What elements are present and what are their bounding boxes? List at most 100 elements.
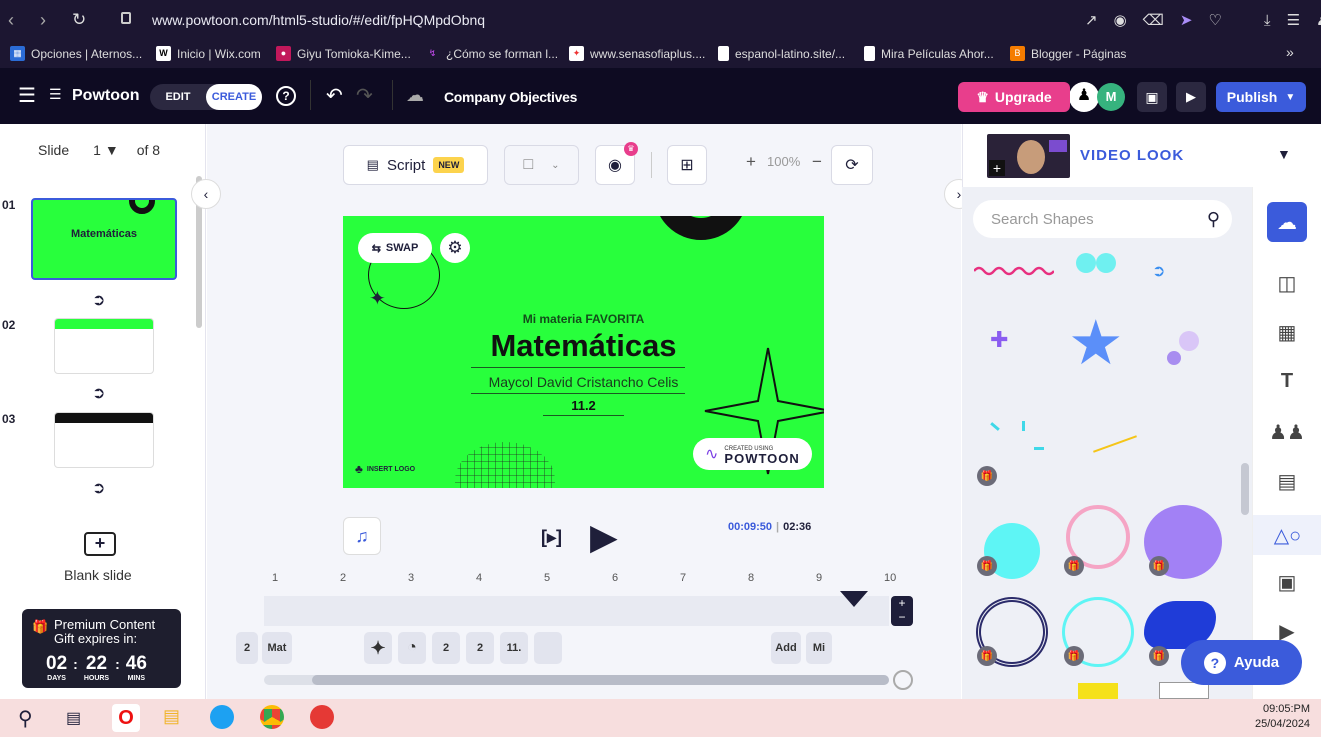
reload-icon[interactable]: ↻ — [72, 10, 86, 30]
upload-icon[interactable]: ☁ — [1267, 202, 1307, 242]
help-icon[interactable]: ? — [276, 86, 296, 106]
add-collaborator-icon[interactable]: ♟ — [1069, 82, 1099, 112]
edit-create-toggle[interactable]: EDIT CREATE — [150, 84, 262, 110]
play-scene-icon[interactable]: [▸] — [541, 527, 562, 548]
timeline-item[interactable]: Add — [771, 632, 801, 664]
transition-icon[interactable]: ➲ — [92, 478, 105, 498]
bookmark-item[interactable]: espanol-latino.site/... — [718, 46, 845, 61]
timeline-item-star[interactable]: ✦ — [364, 632, 392, 664]
shapes-icon[interactable]: △○ — [1253, 515, 1321, 555]
blob-shape[interactable] — [1076, 253, 1118, 273]
preview-play-icon[interactable]: ▶ — [1176, 82, 1206, 112]
timeline-item[interactable]: 2 — [236, 632, 258, 664]
blank-slide-button[interactable]: Blank slide — [64, 567, 132, 583]
transition-icon[interactable]: ➲ — [92, 290, 105, 310]
script-button[interactable]: ▤ Script NEW — [343, 145, 488, 185]
created-using-powtoon-badge[interactable]: ∿ CREATED USING POWTOON — [693, 438, 812, 470]
slide-thumbnail-1[interactable]: Matemáticas — [31, 198, 177, 280]
opera-icon[interactable]: O — [112, 704, 140, 732]
bookmark-item[interactable]: ● Giyu Tomioka-Kime... — [276, 46, 411, 61]
edge-icon[interactable] — [210, 705, 234, 729]
timeline-item[interactable]: Mi — [806, 632, 832, 664]
clock[interactable]: 09:05:PM 25/04/2024 — [1255, 702, 1310, 732]
slide-canvas[interactable]: ✦ ⇆ SWAP ⚙ Mi materia FAVORITA Matemática… — [343, 216, 824, 488]
bookmark-item[interactable]: B Blogger - Páginas — [1010, 46, 1126, 61]
background-icon[interactable]: ▦ — [1267, 312, 1307, 352]
shapes-scrollbar[interactable] — [1241, 463, 1249, 515]
plus-sparkle-shape[interactable]: ✚ — [990, 327, 1008, 353]
props-icon[interactable]: ▤ — [1267, 461, 1307, 501]
more-bookmarks-button[interactable]: » — [1286, 44, 1294, 60]
camera-icon[interactable]: ◉ — [1114, 11, 1127, 29]
share-icon[interactable]: ↗ — [1085, 11, 1098, 29]
grid-icon[interactable]: ⊞ — [667, 145, 707, 185]
transition-icon[interactable]: ➲ — [92, 383, 105, 403]
premium-gift-banner[interactable]: 🎁 Premium Content Gift expires in: 02 DAYS… — [22, 609, 181, 688]
refresh-canvas-icon[interactable]: ⟳ — [831, 145, 873, 185]
bookmark-item[interactable]: ▦ Opciones | Aternos... — [10, 46, 142, 61]
menu-icon[interactable]: ☰ — [1287, 11, 1300, 29]
download-icon[interactable]: ⤓ — [1264, 12, 1271, 29]
burst-lines-shape[interactable] — [982, 413, 1044, 473]
slide-thumbnail-3[interactable] — [54, 412, 154, 468]
images-icon[interactable]: ▣ — [1267, 562, 1307, 602]
redo-icon[interactable]: ↷ — [356, 83, 373, 108]
search-icon[interactable]: ⚲ — [18, 706, 33, 731]
black-ring-shape[interactable] — [654, 216, 748, 240]
timeline-item[interactable]: 11. — [500, 632, 528, 664]
caret-down-icon[interactable]: ▼ — [1277, 146, 1291, 162]
bookmark-item[interactable]: ↯ ¿Cómo se forman l... — [425, 46, 558, 61]
heart-icon[interactable]: ♡ — [1208, 11, 1221, 29]
star-shape[interactable]: ★ — [1068, 313, 1124, 375]
aspect-ratio-dropdown[interactable]: □ ⌄ — [504, 145, 579, 185]
wavy-line-shape[interactable] — [974, 265, 1054, 277]
timeline-item-ring[interactable]: ◔ — [398, 632, 426, 664]
sparkle-shape[interactable]: ✦ — [369, 286, 386, 311]
layout-icon[interactable]: ◫ — [1267, 263, 1307, 303]
app-icon[interactable] — [310, 705, 334, 729]
arrow-shape[interactable]: ➲ — [1152, 261, 1165, 281]
video-look-thumbnail[interactable]: + — [987, 134, 1070, 178]
undo-icon[interactable]: ↶ — [326, 83, 343, 108]
record-video-icon[interactable]: ◉ ♛ — [595, 142, 638, 185]
timeline-scrollbar[interactable] — [264, 675, 889, 685]
back-icon[interactable]: ‹ — [8, 10, 14, 31]
profile-icon[interactable]: ♟ — [1316, 11, 1321, 29]
music-icon[interactable]: ♫ — [343, 517, 381, 555]
search-shapes-input[interactable]: Search Shapes ⚲ — [973, 200, 1232, 238]
swap-button[interactable]: ⇆ SWAP — [358, 233, 432, 263]
upgrade-button[interactable]: ♛ Upgrade — [958, 82, 1070, 112]
collapse-left-panel-icon[interactable]: ‹ — [191, 179, 221, 209]
text-icon[interactable]: T — [1267, 361, 1307, 401]
publish-button[interactable]: Publish ▼ — [1216, 82, 1306, 112]
adblock-icon[interactable]: ⌫ — [1143, 11, 1164, 29]
insert-logo-placeholder[interactable]: ♣ INSERT LOGO — [355, 462, 415, 476]
bubbles-shape[interactable] — [1167, 317, 1217, 372]
slide-selector[interactable]: 1 ▼ — [93, 142, 119, 158]
line-shape[interactable] — [1093, 435, 1137, 453]
timeline-item[interactable]: 2 — [466, 632, 494, 664]
zoom-in-icon[interactable]: + — [746, 152, 756, 172]
timeline-ruler[interactable]: 1 2 3 4 5 6 7 8 9 10 — [264, 572, 896, 586]
project-title[interactable]: Company Objectives — [444, 89, 577, 105]
settings-gear-icon[interactable]: ⚙ — [440, 233, 470, 263]
timeline-item[interactable]: Mat — [262, 632, 292, 664]
yellow-stripe-shape[interactable] — [1078, 683, 1118, 699]
bookmark-item[interactable]: ✦ www.senasofiaplus.... — [569, 46, 705, 61]
file-explorer-icon[interactable]: ▤ — [163, 706, 180, 727]
bookmark-item[interactable]: Mira Películas Ahor... — [864, 46, 994, 61]
play-icon[interactable]: ▶ — [590, 517, 618, 557]
playhead-marker[interactable] — [839, 590, 869, 608]
slide-subtitle[interactable]: Mi materia FAVORITA — [343, 312, 824, 326]
timeline-target-icon[interactable] — [893, 670, 913, 690]
avatar[interactable]: M — [1097, 83, 1125, 111]
timeline-zoom-control[interactable]: + − — [891, 596, 913, 626]
slide-thumbnail-2[interactable] — [54, 318, 154, 374]
timeline-item[interactable]: 2 — [432, 632, 460, 664]
chrome-icon[interactable] — [260, 705, 284, 729]
zoom-out-icon[interactable]: − — [812, 152, 822, 172]
task-view-icon[interactable]: ▤ — [66, 708, 81, 728]
present-icon[interactable]: ▣ — [1137, 82, 1167, 112]
address-bar[interactable]: www.powtoon.com/html5-studio/#/edit/fpHQ… — [152, 12, 485, 28]
create-mode-tab[interactable]: CREATE — [206, 84, 262, 110]
